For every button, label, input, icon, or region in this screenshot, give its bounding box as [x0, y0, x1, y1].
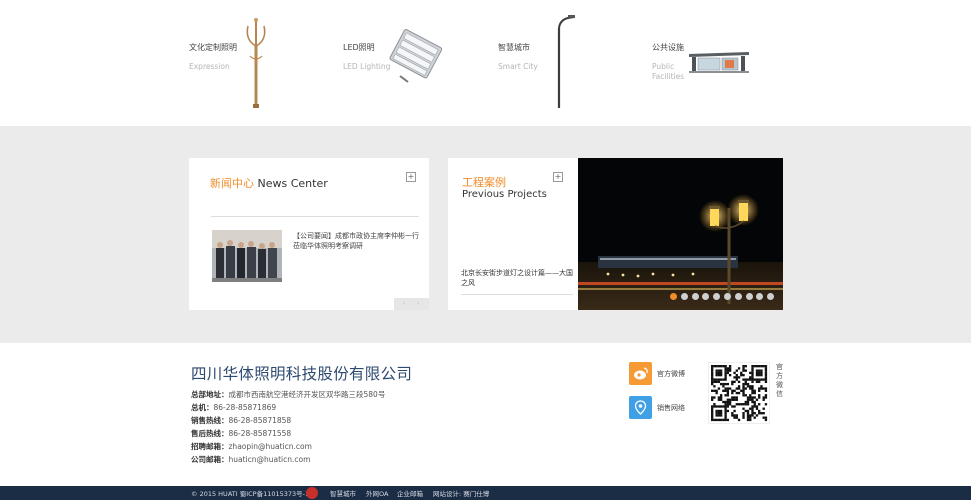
slide-dot[interactable] — [745, 293, 753, 300]
project-caption-link[interactable]: 北京长安街步道灯之设计篇——大国之风 — [461, 268, 573, 288]
service-value: 86-28-85871558 — [228, 429, 292, 438]
category-label: LED照明 — [343, 43, 375, 52]
wechat-qr-code — [708, 362, 770, 424]
category-sublabel: Expression — [189, 62, 230, 71]
category-label: 文化定制照明 — [189, 43, 237, 52]
category-sublabel: Smart City — [498, 62, 538, 71]
category-public-facilities[interactable]: 公共设施 Public Facilities — [652, 42, 692, 82]
copyright-text: © 2015 HUATI 蜀ICP备11015373号-1 — [191, 490, 310, 498]
project-slideshow[interactable] — [578, 158, 783, 310]
phone-label: 总机： — [191, 403, 214, 412]
address-row: 总部地址：成都市西南航空港经济开发区双华路三段580号 — [191, 389, 385, 400]
projects-title-en: Previous Projects — [462, 189, 547, 200]
bottom-link-oa[interactable]: 外网OA — [366, 488, 388, 498]
news-more-button[interactable]: + — [406, 172, 416, 182]
bottom-bar: © 2015 HUATI 蜀ICP备11015373号-1 智慧城市 外网OA … — [0, 486, 971, 500]
news-panel: 新闻中心 News Center + 【公司要闻】成都市政协主席李仲彬一行莅临华… — [189, 158, 429, 310]
category-led-lighting[interactable]: LED照明 LED Lighting — [343, 42, 390, 72]
projects-panel: 工程案例 Previous Projects + 北京长安街步道灯之设计篇——大… — [448, 158, 578, 310]
location-icon — [629, 396, 652, 419]
sales-label: 销售热线： — [191, 416, 229, 425]
slide-dot[interactable] — [734, 293, 742, 300]
weibo-glyph — [634, 367, 648, 380]
projects-more-button[interactable]: + — [553, 172, 563, 182]
company-email-value[interactable]: huaticn@huaticn.com — [229, 455, 311, 464]
service-label: 售后热线： — [191, 429, 229, 438]
category-expression[interactable]: 文化定制照明 Expression — [189, 42, 237, 72]
address-label: 总部地址： — [191, 390, 229, 399]
slide-dot[interactable] — [680, 293, 688, 300]
hr-email-value[interactable]: zhaopin@huaticn.com — [229, 442, 312, 451]
slide-dot[interactable] — [670, 293, 677, 300]
slide-dot[interactable] — [724, 293, 731, 300]
news-photo — [212, 230, 282, 282]
phone-value: 86-28-85871869 — [213, 403, 277, 412]
news-thumbnail[interactable] — [212, 230, 282, 282]
category-smart-city[interactable]: 智慧城市 Smart City — [498, 42, 538, 72]
slide-dot[interactable] — [691, 293, 699, 300]
divider — [461, 294, 573, 295]
night-street-lamp-photo — [578, 158, 783, 310]
weibo-label: 官方微博 — [657, 370, 685, 378]
category-label: 智慧城市 — [498, 43, 530, 52]
qr-label: 官方微信 — [776, 363, 783, 398]
category-strip: 文化定制照明 Expression LED照明 LED Lighting 智慧城… — [0, 0, 971, 126]
category-sublabel: LED Lighting — [343, 62, 391, 71]
qr-code-image — [711, 365, 768, 422]
news-heading: 新闻中心 News Center — [210, 175, 328, 191]
page: 文化定制照明 Expression LED照明 LED Lighting 智慧城… — [0, 0, 971, 500]
divider — [211, 216, 419, 217]
footer: 四川华体照明科技股份有限公司 总部地址：成都市西南航空港经济开发区双华路三段58… — [0, 343, 971, 486]
phone-row: 总机：86-28-85871869 — [191, 402, 276, 413]
pager-next-button[interactable]: › — [417, 300, 424, 307]
ornate-lamp-post-icon[interactable] — [240, 16, 272, 110]
sales-value: 86-28-85871858 — [228, 416, 292, 425]
news-item-link[interactable]: 【公司要闻】成都市政协主席李仲彬一行莅临华体照明考察调研 — [293, 231, 419, 251]
bottom-link-design[interactable]: 网站设计: 赛门仕博 — [433, 488, 489, 498]
bottom-link-email[interactable]: 企业邮箱 — [397, 488, 423, 498]
news-pager: ‹ › — [394, 298, 429, 310]
company-email-row: 公司邮箱：huaticn@huaticn.com — [191, 454, 310, 465]
bus-shelter-icon[interactable] — [689, 50, 749, 74]
police-badge-icon — [306, 487, 318, 499]
category-label: 公共设施 — [652, 43, 684, 52]
company-email-label: 公司邮箱： — [191, 455, 229, 464]
bottom-link-smart-city[interactable]: 智慧城市 — [330, 488, 356, 498]
news-title-en: News Center — [257, 177, 328, 190]
smart-street-light-icon[interactable] — [550, 14, 578, 110]
location-glyph — [634, 400, 647, 415]
company-name: 四川华体照明科技股份有限公司 — [191, 365, 413, 383]
projects-title-zh: 工程案例 — [462, 176, 506, 189]
news-title-zh: 新闻中心 — [210, 177, 254, 190]
hr-email-row: 招聘邮箱：zhaopin@huaticn.com — [191, 441, 312, 452]
led-floodlight-icon[interactable] — [386, 26, 442, 84]
sales-row: 销售热线：86-28-85871858 — [191, 415, 291, 426]
address-value: 成都市西南航空港经济开发区双华路三段580号 — [228, 390, 386, 399]
pager-prev-button[interactable]: ‹ — [403, 300, 410, 307]
sales-network-label: 销售网络 — [657, 404, 685, 412]
weibo-icon — [629, 362, 652, 385]
service-row: 售后热线：86-28-85871558 — [191, 428, 291, 439]
category-sublabel: Public Facilities — [652, 62, 685, 81]
hr-email-label: 招聘邮箱： — [191, 442, 229, 451]
